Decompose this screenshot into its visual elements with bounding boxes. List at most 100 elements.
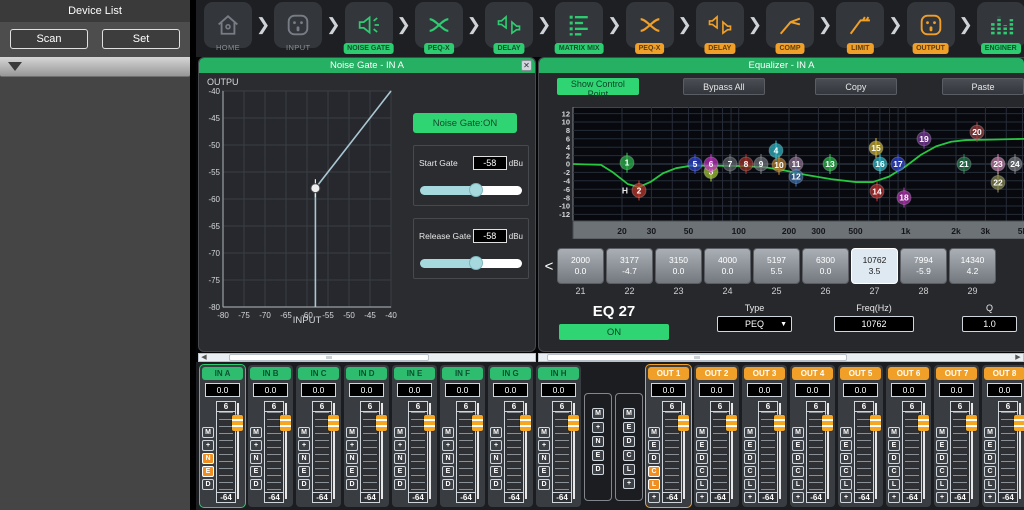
scrollbar-thumb[interactable] bbox=[229, 354, 429, 361]
channel-button-+[interactable]: + bbox=[696, 492, 708, 503]
channel-button-+[interactable]: + bbox=[648, 492, 660, 503]
channel-button-m[interactable]: M bbox=[298, 427, 310, 438]
channel-button-c[interactable]: C bbox=[792, 466, 804, 477]
channel-button-m[interactable]: M bbox=[250, 427, 262, 438]
channel-button-d[interactable]: D bbox=[250, 479, 262, 490]
toolbar-item-comp[interactable]: COMP bbox=[762, 0, 818, 57]
device-tree-collapse[interactable] bbox=[0, 57, 190, 77]
release-gate-value[interactable]: -58 bbox=[473, 229, 507, 243]
channel-header[interactable]: OUT 6 bbox=[888, 367, 929, 380]
channel-gain-value[interactable]: 0.0 bbox=[301, 383, 336, 397]
fader-slider[interactable] bbox=[569, 403, 578, 499]
channel-gain-value[interactable]: 0.0 bbox=[747, 383, 782, 397]
gate-threshold-handle[interactable] bbox=[311, 184, 320, 193]
eq-band-button-28[interactable]: 7994-5.9 bbox=[900, 248, 947, 284]
release-gate-slider[interactable] bbox=[420, 259, 522, 268]
fader-slider[interactable] bbox=[775, 403, 784, 499]
channel-header[interactable]: OUT 1 bbox=[648, 367, 689, 380]
toolbar-item-noise-gate[interactable]: NOISE GATE bbox=[341, 0, 397, 57]
bus-button-c[interactable]: C bbox=[623, 450, 635, 461]
fader-slider[interactable] bbox=[871, 403, 880, 499]
toolbar-item-peq-x[interactable]: PEQ-X bbox=[411, 0, 467, 57]
channel-button-+[interactable]: + bbox=[538, 440, 550, 451]
eq-on-button[interactable]: ON bbox=[559, 324, 669, 340]
bus-button-+[interactable]: + bbox=[623, 478, 635, 489]
channel-header[interactable]: IN C bbox=[298, 367, 339, 380]
bus-button-l[interactable]: L bbox=[623, 464, 635, 475]
fader-handle[interactable] bbox=[678, 415, 689, 431]
channel-button-+[interactable]: + bbox=[202, 440, 214, 451]
channel-button-c[interactable]: C bbox=[888, 466, 900, 477]
fader-slider[interactable] bbox=[1015, 403, 1024, 499]
noise-gate-hscrollbar[interactable]: ◀ bbox=[198, 353, 536, 362]
channel-header[interactable]: IN D bbox=[346, 367, 387, 380]
channel-gain-value[interactable]: 0.0 bbox=[253, 383, 288, 397]
start-gate-slider-handle[interactable] bbox=[469, 183, 483, 197]
channel-button-m[interactable]: M bbox=[744, 427, 756, 438]
channel-button-+[interactable]: + bbox=[346, 440, 358, 451]
fader-handle[interactable] bbox=[280, 415, 291, 431]
show-control-point-button[interactable]: Show Control Point bbox=[557, 78, 639, 95]
fader-slider[interactable] bbox=[329, 403, 338, 499]
channel-button-d[interactable]: D bbox=[744, 453, 756, 464]
toolbar-item-output[interactable]: OUTPUT bbox=[903, 0, 959, 57]
channel-button-d[interactable]: D bbox=[298, 479, 310, 490]
fader-handle[interactable] bbox=[1014, 415, 1024, 431]
noise-gate-on-button[interactable]: Noise Gate:ON bbox=[413, 113, 517, 133]
channel-gain-value[interactable]: 0.0 bbox=[891, 383, 926, 397]
channel-button-n[interactable]: N bbox=[202, 453, 214, 464]
release-gate-slider-handle[interactable] bbox=[469, 256, 483, 270]
bus-button-n[interactable]: N bbox=[592, 436, 604, 447]
channel-button-n[interactable]: N bbox=[442, 453, 454, 464]
channel-button-+[interactable]: + bbox=[888, 492, 900, 503]
channel-button-d[interactable]: D bbox=[538, 479, 550, 490]
channel-button-d[interactable]: D bbox=[346, 479, 358, 490]
bus-button-m[interactable]: M bbox=[592, 408, 604, 419]
channel-button-n[interactable]: N bbox=[250, 453, 262, 464]
channel-gain-value[interactable]: 0.0 bbox=[699, 383, 734, 397]
channel-gain-value[interactable]: 0.0 bbox=[205, 383, 240, 397]
channel-button-e[interactable]: E bbox=[936, 440, 948, 451]
toolbar-item-enginer[interactable]: ENGINER bbox=[973, 0, 1024, 57]
channel-header[interactable]: OUT 3 bbox=[744, 367, 785, 380]
fader-handle[interactable] bbox=[774, 415, 785, 431]
channel-button-l[interactable]: L bbox=[936, 479, 948, 490]
channel-button-c[interactable]: C bbox=[648, 466, 660, 477]
channel-button-e[interactable]: E bbox=[888, 440, 900, 451]
fader-slider[interactable] bbox=[281, 403, 290, 499]
channel-gain-value[interactable]: 0.0 bbox=[651, 383, 686, 397]
channel-button-e[interactable]: E bbox=[840, 440, 852, 451]
channel-button-c[interactable]: C bbox=[696, 466, 708, 477]
channel-button-l[interactable]: L bbox=[792, 479, 804, 490]
channel-button-l[interactable]: L bbox=[696, 479, 708, 490]
eq-q-input[interactable]: 1.0 bbox=[962, 316, 1017, 332]
fader-slider[interactable] bbox=[521, 403, 530, 499]
channel-button-+[interactable]: + bbox=[744, 492, 756, 503]
fader-handle[interactable] bbox=[376, 415, 387, 431]
channel-button-+[interactable]: + bbox=[490, 440, 502, 451]
fader-slider[interactable] bbox=[425, 403, 434, 499]
channel-button-+[interactable]: + bbox=[840, 492, 852, 503]
channel-button-+[interactable]: + bbox=[936, 492, 948, 503]
fader-handle[interactable] bbox=[472, 415, 483, 431]
channel-button-n[interactable]: N bbox=[394, 453, 406, 464]
fader-handle[interactable] bbox=[568, 415, 579, 431]
channel-button-+[interactable]: + bbox=[792, 492, 804, 503]
channel-gain-value[interactable]: 0.0 bbox=[445, 383, 480, 397]
channel-button-m[interactable]: M bbox=[538, 427, 550, 438]
channel-header[interactable]: OUT 2 bbox=[696, 367, 737, 380]
channel-button-d[interactable]: D bbox=[792, 453, 804, 464]
eq-freq-input[interactable]: 10762 bbox=[834, 316, 914, 332]
channel-button-e[interactable]: E bbox=[696, 440, 708, 451]
eq-type-select[interactable]: PEQ ▼ bbox=[717, 316, 792, 332]
channel-button-l[interactable]: L bbox=[648, 479, 660, 490]
channel-button-d[interactable]: D bbox=[840, 453, 852, 464]
eq-band-button-24[interactable]: 40000.0 bbox=[704, 248, 751, 284]
channel-button-n[interactable]: N bbox=[490, 453, 502, 464]
fader-handle[interactable] bbox=[424, 415, 435, 431]
channel-header[interactable]: IN A bbox=[202, 367, 243, 380]
toolbar-item-delay[interactable]: DELAY bbox=[692, 0, 748, 57]
channel-button-+[interactable]: + bbox=[442, 440, 454, 451]
channel-button-m[interactable]: M bbox=[696, 427, 708, 438]
channel-gain-value[interactable]: 0.0 bbox=[541, 383, 576, 397]
